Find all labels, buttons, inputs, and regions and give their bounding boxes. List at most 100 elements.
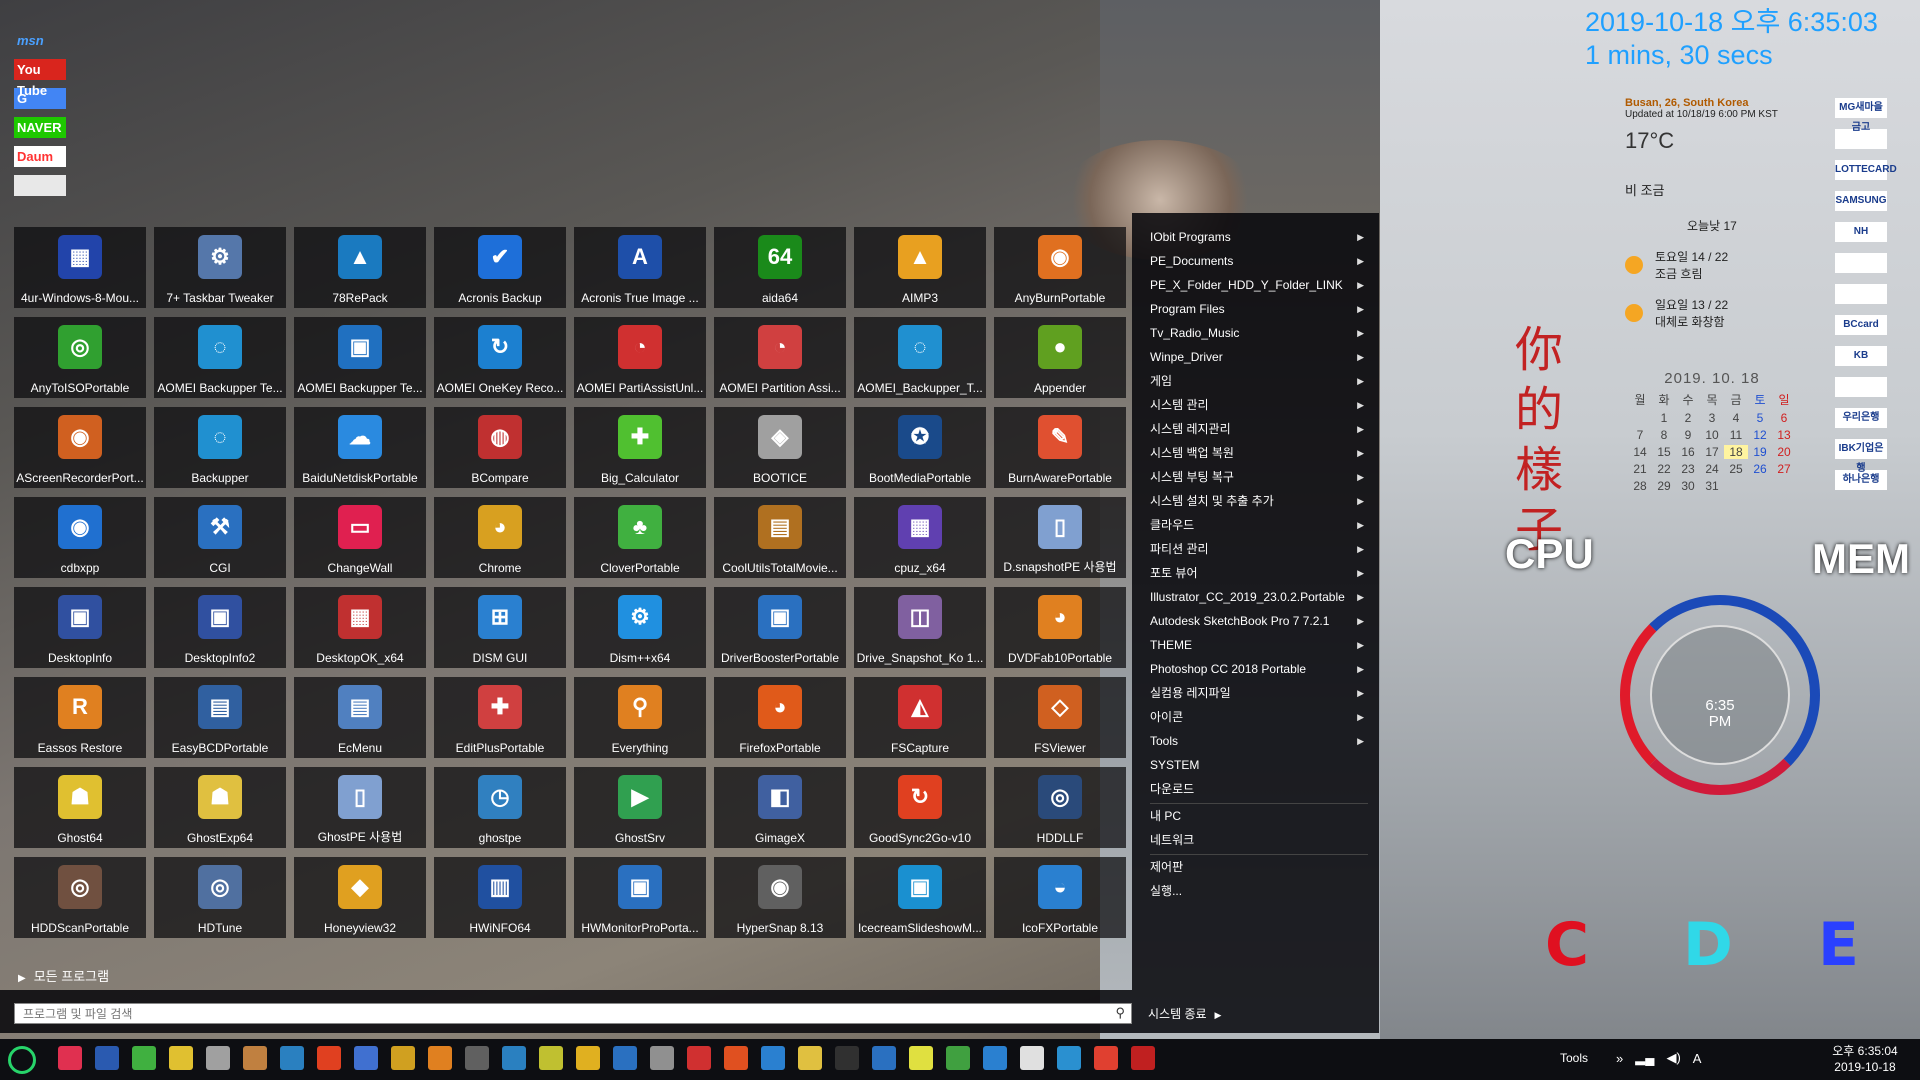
youtube-shortcut[interactable]: You Tube bbox=[14, 59, 66, 98]
menu-item[interactable]: 네트워크 bbox=[1150, 828, 1368, 852]
app-tile[interactable]: ⚲ Everything bbox=[574, 677, 706, 758]
app-tile[interactable]: ☁ BaiduNetdiskPortable bbox=[294, 407, 426, 488]
bank-shortcut[interactable]: BCcard bbox=[1835, 315, 1887, 335]
menu-item[interactable]: Program Files ▶ bbox=[1150, 297, 1368, 321]
app-tile[interactable]: ◒ IcoFXPortable bbox=[994, 857, 1126, 938]
menu-item[interactable]: 포토 뷰어 ▶ bbox=[1150, 561, 1368, 585]
app-tile[interactable]: ▣ AOMEI Backupper Te... bbox=[294, 317, 426, 398]
app-tile[interactable]: ▲ AIMP3 bbox=[854, 227, 986, 308]
app-tile[interactable]: ✚ EditPlusPortable bbox=[434, 677, 566, 758]
menu-item[interactable]: Tools ▶ bbox=[1150, 729, 1368, 753]
drive-c-label[interactable]: C bbox=[1545, 910, 1589, 980]
menu-item[interactable]: Autodesk SketchBook Pro 7 7.2.1 ▶ bbox=[1150, 609, 1368, 633]
taskbar-app-icon[interactable] bbox=[1131, 1046, 1155, 1070]
taskbar-app-icon[interactable] bbox=[465, 1046, 489, 1070]
bank-shortcut[interactable]: NH bbox=[1835, 222, 1887, 242]
app-tile[interactable]: ◌ Backupper bbox=[154, 407, 286, 488]
app-tile[interactable]: ◔ AOMEI Partition Assi... bbox=[714, 317, 846, 398]
drive-e-label[interactable]: E bbox=[1818, 910, 1859, 980]
menu-item[interactable]: 게임 ▶ bbox=[1150, 369, 1368, 393]
bank-shortcut[interactable]: 하나은행 bbox=[1835, 470, 1887, 490]
taskbar-app-icon[interactable] bbox=[169, 1046, 193, 1070]
bank-shortcut[interactable]: 우리은행 bbox=[1835, 408, 1887, 428]
app-tile[interactable]: A Acronis True Image ... bbox=[574, 227, 706, 308]
taskbar-app-icon[interactable] bbox=[724, 1046, 748, 1070]
taskbar-app-icon[interactable] bbox=[391, 1046, 415, 1070]
app-tile[interactable]: ▣ DesktopInfo bbox=[14, 587, 146, 668]
taskbar-app-icon[interactable] bbox=[539, 1046, 563, 1070]
app-tile[interactable]: ◎ HDTune bbox=[154, 857, 286, 938]
menu-item[interactable]: 실행... bbox=[1150, 879, 1368, 903]
menu-item[interactable]: IObit Programs ▶ bbox=[1150, 225, 1368, 249]
app-tile[interactable]: ▦ 4ur-Windows-8-Mou... bbox=[14, 227, 146, 308]
menu-item[interactable]: 다운로드 bbox=[1150, 777, 1368, 801]
app-tile[interactable]: ▥ HWiNFO64 bbox=[434, 857, 566, 938]
menu-item[interactable]: 제어판 bbox=[1150, 854, 1368, 879]
taskbar-app-icon[interactable] bbox=[650, 1046, 674, 1070]
app-tile[interactable]: ▦ DesktopOK_x64 bbox=[294, 587, 426, 668]
menu-item[interactable]: 시스템 레지관리 ▶ bbox=[1150, 417, 1368, 441]
taskbar-app-icon[interactable] bbox=[761, 1046, 785, 1070]
app-tile[interactable]: ◎ AnyToISOPortable bbox=[14, 317, 146, 398]
app-tile[interactable]: ▣ HWMonitorProPorta... bbox=[574, 857, 706, 938]
menu-item[interactable]: 실컴용 레지파일 ▶ bbox=[1150, 681, 1368, 705]
naver-shortcut[interactable]: NAVER bbox=[14, 117, 66, 138]
app-tile[interactable]: ▯ GhostPE 사용법 bbox=[294, 767, 426, 848]
app-tile[interactable]: ✪ BootMediaPortable bbox=[854, 407, 986, 488]
chevron-right-icon[interactable]: ▶ bbox=[1215, 1010, 1222, 1020]
menu-item[interactable]: 클라우드 ▶ bbox=[1150, 513, 1368, 537]
taskbar-app-icon[interactable] bbox=[1094, 1046, 1118, 1070]
app-tile[interactable]: R Eassos Restore bbox=[14, 677, 146, 758]
taskbar-app-icon[interactable] bbox=[909, 1046, 933, 1070]
start-button[interactable] bbox=[8, 1046, 36, 1074]
app-tile[interactable]: ▤ EasyBCDPortable bbox=[154, 677, 286, 758]
app-tile[interactable]: ◫ Drive_Snapshot_Ko 1... bbox=[854, 587, 986, 668]
taskbar-app-icon[interactable] bbox=[687, 1046, 711, 1070]
app-tile[interactable]: ◧ GimageX bbox=[714, 767, 846, 848]
app-tile[interactable]: ◉ AScreenRecorderPort... bbox=[14, 407, 146, 488]
bank-shortcut[interactable]: IBK기업은행 bbox=[1835, 439, 1887, 474]
app-tile[interactable]: ◭ FSCapture bbox=[854, 677, 986, 758]
app-tile[interactable]: ⚙ 7+ Taskbar Tweaker bbox=[154, 227, 286, 308]
tray-tools[interactable]: Tools bbox=[1560, 1051, 1588, 1065]
taskbar-app-icon[interactable] bbox=[835, 1046, 859, 1070]
app-tile[interactable]: ◉ cdbxpp bbox=[14, 497, 146, 578]
app-tile[interactable]: ● Appender bbox=[994, 317, 1126, 398]
app-tile[interactable]: ◕ DVDFab10Portable bbox=[994, 587, 1126, 668]
app-tile[interactable]: ⚒ CGI bbox=[154, 497, 286, 578]
taskbar-app-icon[interactable] bbox=[428, 1046, 452, 1070]
bank-shortcut[interactable]: SAMSUNG bbox=[1835, 191, 1887, 211]
taskbar-app-icon[interactable] bbox=[354, 1046, 378, 1070]
menu-item[interactable]: 시스템 관리 ▶ bbox=[1150, 393, 1368, 417]
menu-item[interactable]: 시스템 부팅 복구 ▶ bbox=[1150, 465, 1368, 489]
app-tile[interactable]: ▦ cpuz_x64 bbox=[854, 497, 986, 578]
menu-item[interactable]: Illustrator_CC_2019_23.0.2.Portable ▶ bbox=[1150, 585, 1368, 609]
app-tile[interactable]: ◈ BOOTICE bbox=[714, 407, 846, 488]
search-icon[interactable]: ⚲ bbox=[1115, 1005, 1125, 1021]
menu-item[interactable]: Tv_Radio_Music ▶ bbox=[1150, 321, 1368, 345]
taskbar-app-icon[interactable] bbox=[206, 1046, 230, 1070]
app-tile[interactable]: ▭ ChangeWall bbox=[294, 497, 426, 578]
app-tile[interactable]: ♣ CloverPortable bbox=[574, 497, 706, 578]
menu-item[interactable]: 내 PC bbox=[1150, 803, 1368, 828]
app-tile[interactable]: ▣ DesktopInfo2 bbox=[154, 587, 286, 668]
app-tile[interactable]: ◉ HyperSnap 8.13 bbox=[714, 857, 846, 938]
taskbar-app-icon[interactable] bbox=[95, 1046, 119, 1070]
taskbar-app-icon[interactable] bbox=[502, 1046, 526, 1070]
taskbar-app-icon[interactable] bbox=[983, 1046, 1007, 1070]
menu-item[interactable]: Photoshop CC 2018 Portable ▶ bbox=[1150, 657, 1368, 681]
bank-shortcut[interactable]: KB bbox=[1835, 346, 1887, 366]
taskbar-app-icon[interactable] bbox=[872, 1046, 896, 1070]
app-tile[interactable]: ↻ AOMEI OneKey Reco... bbox=[434, 317, 566, 398]
app-tile[interactable]: ◉ AnyBurnPortable bbox=[994, 227, 1126, 308]
taskbar-app-icon[interactable] bbox=[576, 1046, 600, 1070]
msn-shortcut[interactable]: msn bbox=[14, 30, 66, 51]
app-tile[interactable]: ◷ ghostpe bbox=[434, 767, 566, 848]
taskbar-app-icon[interactable] bbox=[1057, 1046, 1081, 1070]
volume-icon[interactable]: ◀) bbox=[1666, 1050, 1680, 1066]
app-tile[interactable]: ◕ FirefoxPortable bbox=[714, 677, 846, 758]
app-tile[interactable]: ◍ BCompare bbox=[434, 407, 566, 488]
app-tile[interactable]: 64 aida64 bbox=[714, 227, 846, 308]
app-tile[interactable]: ◇ FSViewer bbox=[994, 677, 1126, 758]
app-tile[interactable]: ⚙ Dism++x64 bbox=[574, 587, 706, 668]
